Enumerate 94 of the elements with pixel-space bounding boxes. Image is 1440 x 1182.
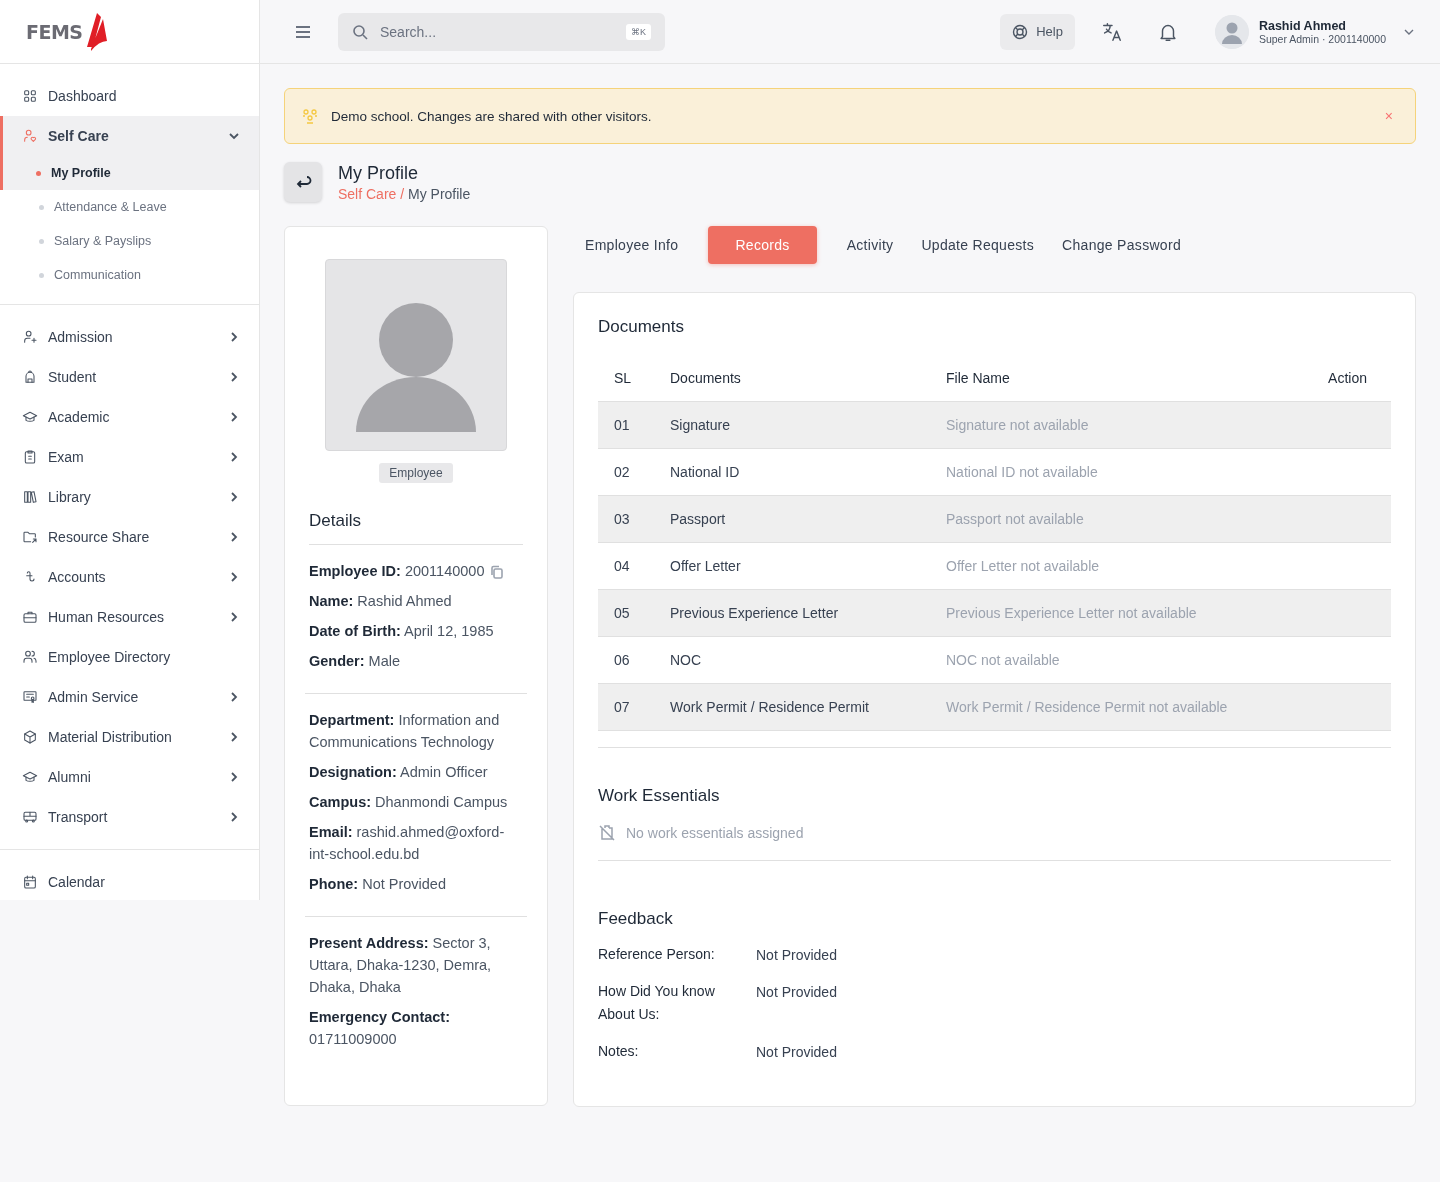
back-button[interactable] (284, 162, 322, 202)
detail-text: Email: rashid.ahmed@oxford-int-school.edu.bd (309, 824, 505, 862)
sidebar-item[interactable]: Library (0, 477, 259, 517)
briefcase-icon (22, 609, 38, 625)
person-heart-icon (22, 128, 38, 144)
detail-text: Employee ID: 2001140000 (309, 563, 485, 579)
field-value: Not Provided (756, 983, 838, 1002)
column-header: File Name (930, 355, 1299, 402)
search-field[interactable]: Search... ⌘K (338, 12, 665, 51)
tab[interactable]: Update Requests (909, 226, 1047, 264)
breadcrumb-current: My Profile (408, 185, 471, 202)
sidebar-subitem[interactable]: Communication (0, 258, 259, 292)
table-cell: Signature not available (930, 401, 1299, 449)
box-icon (22, 729, 38, 745)
field-value: Not Provided (756, 946, 838, 965)
detail-text: Gender: Male (309, 653, 401, 669)
clipboard-icon (22, 449, 38, 465)
section-heading: Documents (598, 317, 685, 337)
table-cell: 03 (598, 495, 654, 543)
logo-text: FEMS (26, 20, 83, 43)
banner-message: Demo school. Changes are shared with other visitors. (331, 108, 653, 124)
certificate-icon (22, 689, 38, 705)
copy-icon[interactable] (490, 565, 505, 580)
sidebar-item[interactable]: Human Resources (0, 597, 259, 637)
detail-text: Date of Birth: April 12, 1985 (309, 623, 494, 639)
help-button[interactable]: Help (1000, 13, 1075, 50)
tab[interactable]: Activity (834, 226, 906, 264)
books-icon (22, 489, 38, 505)
tab[interactable]: Employee Info (573, 226, 691, 264)
table-cell: Passport (654, 495, 930, 543)
sidebar-item[interactable]: Student (0, 357, 259, 397)
column-header: SL (598, 355, 654, 402)
table-cell: 07 (598, 683, 654, 731)
sidebar-item[interactable]: Self Care (0, 116, 259, 156)
translate-icon[interactable] (1100, 20, 1123, 43)
page-title: My Profile (338, 162, 419, 184)
detail-text: Emergency Contact: 01711009000 (309, 1009, 450, 1047)
role-badge: Employee (379, 463, 453, 483)
table-cell: Previous Experience Letter (654, 589, 930, 637)
sidebar-item[interactable]: Accounts (0, 557, 259, 597)
details-heading: Details (309, 511, 523, 545)
cap-icon (22, 769, 38, 785)
section-heading: Work Essentials (598, 786, 721, 806)
table-cell: Work Permit / Residence Permit not available (930, 683, 1299, 731)
user-name: Rashid Ahmed (1258, 18, 1347, 33)
sidebar-item[interactable]: Calendar (0, 862, 259, 900)
table-cell: Previous Experience Letter not available (930, 589, 1299, 637)
sidebar-item[interactable]: Admin Service (0, 677, 259, 717)
person-plus-icon (22, 329, 38, 345)
detail-text: Name: Rashid Ahmed (309, 593, 452, 609)
sidebar-item[interactable]: Dashboard (0, 76, 259, 116)
detail-text: Designation: Admin Officer (309, 764, 488, 780)
breadcrumb-separator: / (399, 185, 406, 202)
lifebuoy-icon (1012, 23, 1029, 40)
table-cell: Signature (654, 401, 930, 449)
sidebar-item[interactable]: Exam (0, 437, 259, 477)
shortcut-hint: ⌘K (626, 23, 651, 40)
column-header: Action (1298, 355, 1391, 402)
bus-icon (22, 809, 38, 825)
detail-text: Present Address: Sector 3, Uttara, Dhaka-1230, Demra, Dhaka, Dhaka (309, 935, 492, 995)
sidebar-item[interactable]: Material Distribution (0, 717, 259, 757)
search-icon (352, 23, 368, 40)
sidebar-item[interactable]: Resource Share (0, 517, 259, 557)
field-value: Not Provided (756, 1043, 838, 1062)
user-role: Super Admin · 2001140000 (1258, 32, 1386, 45)
sidebar-item[interactable]: Admission (0, 317, 259, 357)
field-label: How Did You know About Us: (598, 982, 716, 1024)
table-cell: Work Permit / Residence Permit (654, 683, 930, 731)
column-header: Documents (654, 355, 930, 402)
cap-icon (22, 409, 38, 425)
sidebar-subitem[interactable]: My Profile (0, 156, 259, 190)
grid-icon (22, 88, 38, 104)
detail-text: Campus: Dhanmondi Campus (309, 794, 508, 810)
table-cell: 01 (598, 401, 654, 449)
clipboard-off-icon (598, 824, 616, 842)
detail-text: Phone: Not Provided (309, 876, 446, 892)
sidebar-item[interactable]: Transport (0, 797, 259, 837)
sidebar-item[interactable]: Employee Directory (0, 637, 259, 677)
sidebar-item[interactable]: Academic (0, 397, 259, 437)
backpack-icon (22, 369, 38, 385)
calendar-icon (22, 874, 38, 890)
empty-message: No work essentials assigned (626, 825, 804, 841)
table-cell: 05 (598, 589, 654, 637)
sidebar-subitem[interactable]: Salary & Payslips (0, 224, 259, 258)
detail-text: Department: Information and Communications Technology (309, 712, 500, 750)
folder-icon (22, 529, 38, 545)
section-heading: Feedback (598, 909, 674, 929)
sidebar-subitem[interactable]: Attendance & Leave (0, 190, 259, 224)
tab[interactable]: Change Password (1050, 226, 1193, 264)
sidebar-item[interactable]: Alumni (0, 757, 259, 797)
field-label: Reference Person: (598, 945, 716, 964)
search-input[interactable]: Search... (378, 22, 616, 41)
table-cell: Passport not available (930, 495, 1299, 543)
field-label: Notes: (598, 1042, 640, 1061)
